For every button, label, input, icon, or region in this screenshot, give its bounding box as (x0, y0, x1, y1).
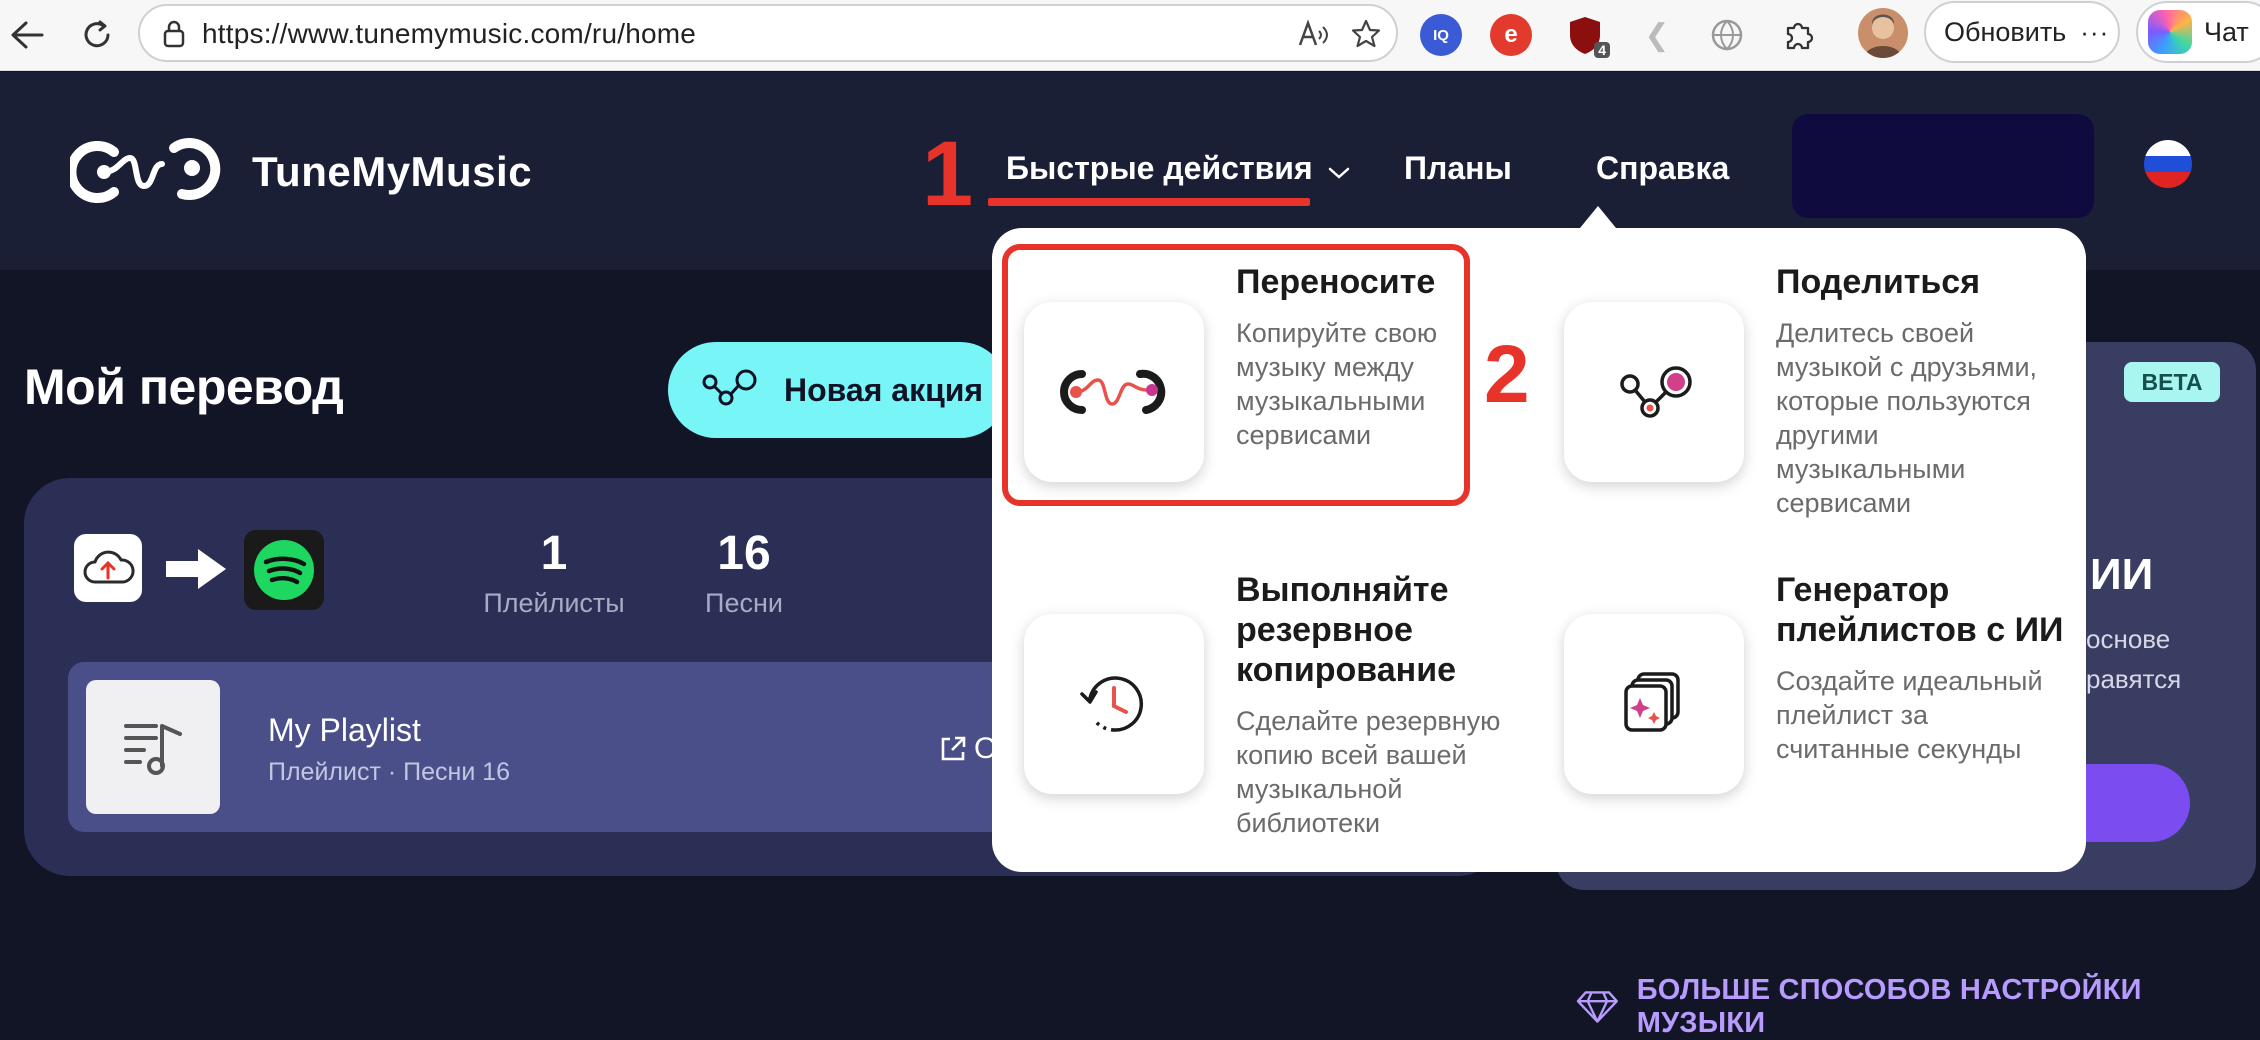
url-text[interactable]: https://www.tunemymusic.com/ru/home (202, 18, 696, 50)
nav-help[interactable]: Справка (1596, 150, 1729, 187)
backup-desc-line: библиотеки (1236, 808, 1381, 838)
backup-desc-line: Сделайте резервную (1236, 706, 1501, 736)
globe-extension-icon[interactable] (1706, 14, 1748, 56)
lock-icon (162, 19, 186, 54)
backup-title[interactable]: Выполняйте резервное копирование (1236, 570, 1456, 690)
playlist-name: My Playlist (268, 712, 421, 748)
playlists-label: Плейлисты (483, 588, 625, 618)
share-extension-icon[interactable]: ❮ (1636, 14, 1678, 56)
ai-card-text-1: основе (2086, 624, 2171, 654)
backup-title-line: копирование (1236, 651, 1457, 689)
arrow-right-icon (164, 546, 228, 597)
page-title: Мой перевод (24, 359, 344, 415)
songs-label: Песни (705, 588, 783, 618)
backup-menu-item[interactable] (1024, 614, 1204, 794)
iq-extension-icon[interactable]: IQ (1420, 14, 1462, 56)
share-desc-line: сервисами (1776, 488, 1912, 518)
annotation-number-1: 1 (922, 123, 974, 225)
sparkle-cards-icon (1624, 672, 1680, 732)
more-menu-icon[interactable]: ··· (2080, 17, 2109, 48)
more-ways-label: БОЛЬШЕ СПОСОБОВ НАСТРОЙКИ МУЗЫКИ (1636, 974, 2142, 1039)
new-action-button[interactable]: Новая акция (668, 342, 1008, 438)
ai-card-title: ИИ (2090, 550, 2154, 599)
share-nodes-icon (1620, 366, 1692, 418)
address-bar[interactable]: https://www.tunemymusic.com/ru/home (138, 4, 1398, 62)
annotation-underline (988, 198, 1310, 206)
external-link-icon (941, 736, 966, 761)
account-button[interactable] (1792, 114, 2094, 218)
share-desc-line: которые пользуются (1776, 386, 2031, 416)
annotation-number-2: 2 (1484, 329, 1530, 420)
reload-icon[interactable] (74, 12, 120, 58)
open-playlist-link[interactable]: О (938, 732, 997, 766)
ai-generator-desc-line: считанные секунды (1776, 734, 2022, 764)
chevron-down-icon (1328, 167, 1349, 179)
copilot-chat-button[interactable]: Чат (2136, 1, 2260, 63)
profile-avatar[interactable] (1858, 8, 1908, 58)
copilot-icon (2148, 10, 2192, 54)
ai-generator-desc-line: плейлист за (1776, 700, 1929, 730)
more-ways-link[interactable]: БОЛЬШЕ СПОСОБОВ НАСТРОЙКИ МУЗЫКИ (1576, 974, 2260, 1040)
back-icon[interactable] (4, 12, 50, 58)
ai-generator-title-line: плейлистов с ИИ (1776, 611, 2064, 649)
music-note-icon (86, 680, 220, 814)
ai-generator-title-line: Генератор (1776, 571, 1950, 609)
nav-quick-actions[interactable]: Быстрые действия (1006, 150, 1351, 187)
backup-desc-line: копию всей вашей (1236, 740, 1467, 770)
browser-toolbar: https://www.tunemymusic.com/ru/home IQ e… (0, 0, 2260, 71)
share-desc-line: другими (1776, 420, 1879, 450)
spotify-icon (244, 530, 324, 610)
ai-generator-desc-line: Создайте идеальный (1776, 666, 2043, 696)
playlist-meta: Плейлист · Песни 16 (268, 758, 511, 786)
language-flag-ru-icon[interactable] (2144, 140, 2192, 188)
favorite-star-icon[interactable] (1348, 16, 1384, 52)
dropdown-caret (1580, 206, 1616, 228)
diamond-icon (1576, 991, 1618, 1023)
share-desc-line: музыкой с друзьями, (1776, 352, 2038, 382)
ublock-extension-icon[interactable]: 4 (1564, 14, 1610, 58)
update-label: Обновить (1944, 16, 2067, 47)
songs-count: 16 (717, 527, 771, 580)
tunemymusic-logo-icon (70, 138, 221, 203)
share-desc: Делитесь своей музыкой с друзьями, котор… (1776, 316, 2037, 520)
cloud-upload-icon (74, 534, 142, 602)
e-extension-icon[interactable]: e (1490, 14, 1532, 56)
beta-badge: BETA (2124, 362, 2220, 402)
backup-clock-icon (1080, 676, 1144, 732)
logo-text: TuneMyMusic (252, 148, 533, 195)
ai-generator-title[interactable]: Генератор плейлистов с ИИ (1776, 570, 2063, 650)
new-action-label: Новая акция (784, 371, 984, 408)
playlists-count: 1 (540, 527, 568, 580)
annotation-highlight-box (1002, 244, 1470, 506)
backup-title-line: Выполняйте (1236, 571, 1449, 609)
nav-quick-actions-label: Быстрые действия (1006, 150, 1313, 186)
ai-generator-desc: Создайте идеальный плейлист за считанные… (1776, 664, 2043, 766)
iq-extension-label: IQ (1433, 26, 1449, 44)
tunemymusic-logo[interactable]: TuneMyMusic (70, 124, 532, 220)
share-nodes-icon (702, 369, 757, 406)
chat-label: Чат (2204, 16, 2249, 47)
backup-desc: Сделайте резервную копию всей вашей музы… (1236, 704, 1500, 840)
backup-desc-line: музыкальной (1236, 774, 1403, 804)
ublock-badge: 4 (1594, 42, 1610, 58)
read-aloud-icon[interactable] (1296, 16, 1332, 52)
ai-card-text-2: равятся (2086, 664, 2182, 694)
share-desc-line: музыкальными (1776, 454, 1966, 484)
backup-title-line: резервное (1236, 611, 1413, 649)
update-browser-button[interactable]: Обновить ··· (1924, 1, 2120, 63)
extensions-puzzle-icon[interactable] (1778, 14, 1820, 56)
share-title[interactable]: Поделиться (1776, 262, 1980, 302)
nav-plans[interactable]: Планы (1404, 150, 1512, 187)
share-desc-line: Делитесь своей (1776, 318, 1975, 348)
share-menu-item[interactable] (1564, 302, 1744, 482)
ai-generator-menu-item[interactable] (1564, 614, 1744, 794)
